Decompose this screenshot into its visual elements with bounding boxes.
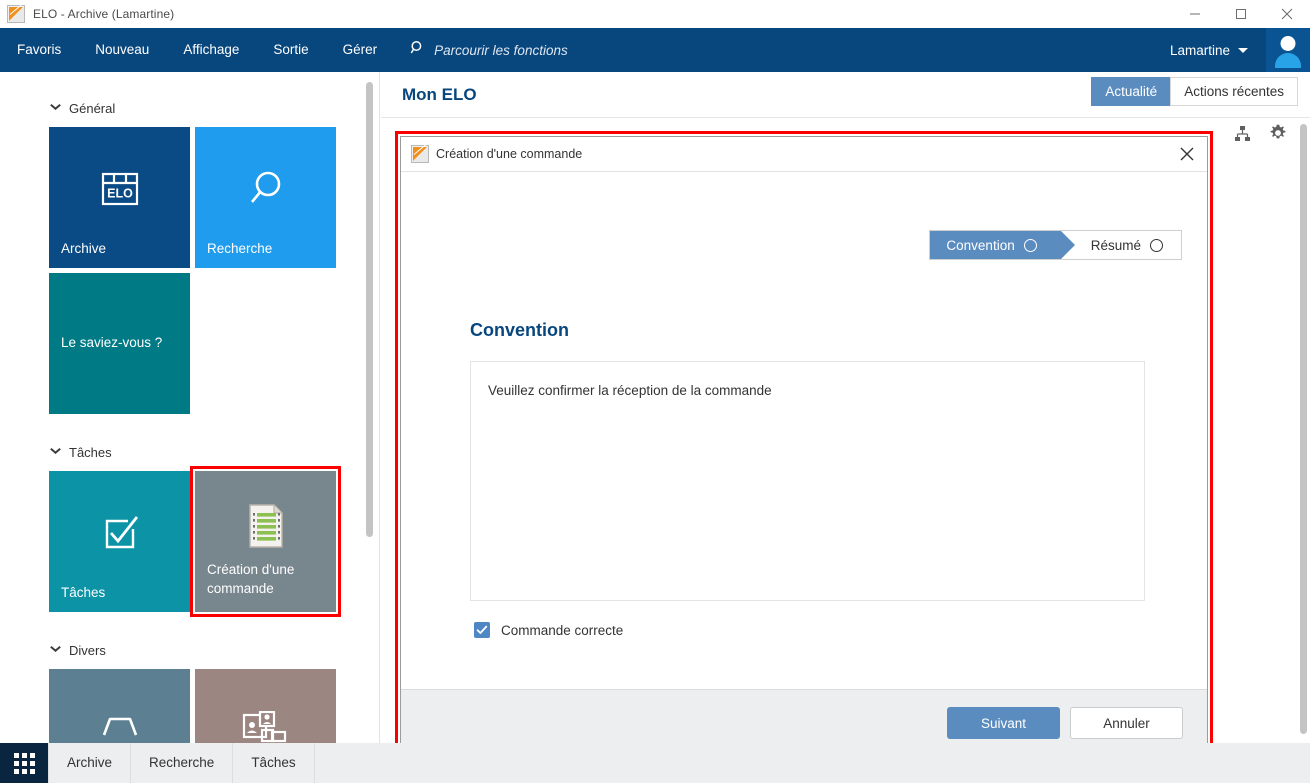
- step-resume[interactable]: Résumé: [1061, 231, 1181, 259]
- ribbon-item-affichage[interactable]: Affichage: [166, 28, 256, 72]
- current-user-label[interactable]: Lamartine: [1170, 43, 1230, 58]
- sidebar-group-divers[interactable]: Divers: [0, 643, 379, 658]
- ribbon-item-favoris[interactable]: Favoris: [0, 28, 78, 72]
- page-title: Mon ELO: [402, 84, 477, 104]
- window-titlebar: ELO - Archive (Lamartine): [0, 0, 1310, 28]
- suivant-button[interactable]: Suivant: [947, 707, 1060, 739]
- sidebar-group-taches[interactable]: Tâches: [0, 445, 379, 460]
- tile-label: Création d'une commande: [207, 562, 295, 596]
- tile-row: Tâches Création d'une commande: [0, 466, 379, 617]
- tile-recherche[interactable]: Recherche: [195, 127, 336, 268]
- tile-label: Recherche: [207, 241, 273, 256]
- ribbon-item-gerer[interactable]: Gérer: [326, 28, 395, 72]
- dialog-body: Convention Résumé Convention Veuillez co…: [401, 172, 1207, 689]
- org-chart-icon[interactable]: [1234, 125, 1251, 147]
- tile-label: Le saviez-vous ?: [61, 335, 163, 350]
- dialog-titlebar: Création d'une commande: [401, 137, 1207, 172]
- taskbar-item-archive[interactable]: Archive: [49, 743, 130, 783]
- app-grid-icon[interactable]: [0, 743, 48, 783]
- tile-row: [0, 669, 379, 743]
- elo-app-icon: [7, 3, 25, 23]
- annuler-button[interactable]: Annuler: [1070, 707, 1183, 739]
- tab-actions-recentes[interactable]: Actions récentes: [1170, 77, 1298, 106]
- document-list-icon: [195, 503, 336, 549]
- sidebar-group-label: Tâches: [69, 445, 112, 460]
- svg-text:ELO: ELO: [107, 187, 133, 201]
- gear-icon[interactable]: [1269, 124, 1287, 147]
- taskbar-item-recherche[interactable]: Recherche: [131, 743, 232, 783]
- tile-taches[interactable]: Tâches: [49, 471, 190, 612]
- sidebar-group-general[interactable]: Général: [0, 101, 379, 116]
- tile-label: Archive: [61, 241, 107, 256]
- tile-row: Le saviez-vous ?: [0, 273, 379, 414]
- left-sidebar: Général ELO Archive Recherche Le saviez-…: [0, 72, 380, 743]
- main-scrollbar[interactable]: [1300, 124, 1307, 734]
- step-indicator-icon: [1023, 238, 1037, 252]
- dialog-title: Création d'une commande: [436, 147, 583, 161]
- convention-text-panel: Veuillez confirmer la réception de la co…: [470, 361, 1145, 601]
- checkbox-task-icon: [49, 509, 190, 557]
- close-icon[interactable]: [1167, 137, 1207, 171]
- sidebar-group-label: Général: [69, 101, 116, 116]
- close-icon[interactable]: [1264, 0, 1310, 28]
- creation-commande-dialog: Création d'une commande Convention Résum…: [400, 136, 1208, 757]
- tile-archive[interactable]: ELO Archive: [49, 127, 190, 268]
- ribbon-user-area: Lamartine: [1170, 28, 1310, 72]
- commande-correcte-checkbox-row[interactable]: Commande correcte: [474, 622, 623, 638]
- minimize-icon[interactable]: [1172, 0, 1218, 28]
- function-search[interactable]: Parcourir les fonctions: [410, 40, 568, 60]
- ribbon-item-sortie[interactable]: Sortie: [256, 28, 325, 72]
- search-icon: [410, 40, 425, 60]
- checkbox-label: Commande correcte: [501, 622, 624, 638]
- contacts-icon: [195, 711, 336, 743]
- taskbar-item-taches[interactable]: Tâches: [233, 743, 313, 783]
- search-placeholder: Parcourir les fonctions: [434, 42, 568, 58]
- main-header: Mon ELO Actualité Actions récentes: [381, 72, 1310, 118]
- chevron-down-icon: [50, 449, 61, 456]
- search-icon: [195, 165, 336, 213]
- elo-app-icon: [411, 143, 429, 163]
- elo-archive-icon: ELO: [49, 165, 190, 213]
- sidebar-scrollbar[interactable]: [366, 82, 373, 537]
- step-label: Convention: [946, 237, 1015, 253]
- main-toolbar: [1234, 124, 1287, 147]
- chevron-down-icon: [50, 647, 61, 654]
- chevron-down-icon[interactable]: [1238, 47, 1248, 53]
- main-tabs: Actualité Actions récentes: [1091, 77, 1298, 106]
- maximize-icon[interactable]: [1218, 0, 1264, 28]
- tile-creation-dune-commande[interactable]: Création d'une commande: [190, 466, 341, 617]
- tile-le-saviez-vous[interactable]: Le saviez-vous ?: [49, 273, 190, 414]
- window-controls: [1172, 0, 1310, 28]
- tile-label: Tâches: [61, 585, 106, 600]
- dialog-highlight-border: Création d'une commande Convention Résum…: [395, 131, 1213, 762]
- tile-row: ELO Archive Recherche: [0, 127, 379, 268]
- tab-actualite[interactable]: Actualité: [1091, 77, 1172, 106]
- section-title: Convention: [470, 320, 569, 340]
- checkbox-checked-icon[interactable]: [474, 622, 490, 638]
- ribbon-item-nouveau[interactable]: Nouveau: [78, 28, 166, 72]
- step-indicator-icon: [1150, 238, 1163, 252]
- chevron-down-icon: [50, 105, 61, 112]
- convention-text: Veuillez confirmer la réception de la co…: [488, 383, 772, 398]
- window-title: ELO - Archive (Lamartine): [33, 6, 175, 21]
- car-icon: [49, 711, 190, 743]
- sidebar-group-label: Divers: [69, 643, 106, 658]
- step-label: Résumé: [1090, 237, 1141, 253]
- wizard-stepper: Convention Résumé: [929, 230, 1182, 260]
- ribbon-bar: Favoris Nouveau Affichage Sortie Gérer P…: [0, 28, 1310, 72]
- avatar[interactable]: [1266, 28, 1310, 72]
- taskbar: Archive Recherche Tâches: [0, 743, 1310, 783]
- tile-divers-2[interactable]: [195, 669, 336, 743]
- step-convention[interactable]: Convention: [930, 231, 1076, 259]
- tile-divers-1[interactable]: [49, 669, 190, 743]
